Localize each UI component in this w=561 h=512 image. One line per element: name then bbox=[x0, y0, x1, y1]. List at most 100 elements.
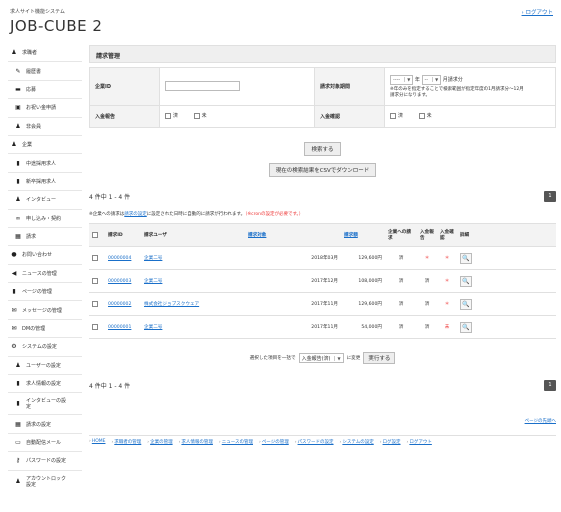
billing-id-link[interactable]: 00000001 bbox=[108, 325, 131, 330]
page-title: 請求管理 bbox=[89, 45, 556, 63]
sidebar-item-label: 新卒採用求人 bbox=[26, 178, 57, 185]
sort-amount-link[interactable]: 請求額 bbox=[344, 233, 358, 238]
col-billing-user[interactable]: 請求ユーザ bbox=[141, 223, 245, 247]
footer-link-log[interactable]: ログ設定 bbox=[383, 440, 401, 445]
detail-search-icon[interactable]: 🔍 bbox=[460, 321, 472, 333]
billing-user-link[interactable]: 企業二号 bbox=[144, 256, 162, 261]
sidebar-item-resume[interactable]: ✎ 履歴書 bbox=[8, 62, 82, 81]
sidebar-item-label: アカウントロック設定 bbox=[26, 475, 67, 488]
row-checkbox[interactable] bbox=[92, 254, 98, 261]
checkbox-label: 済 bbox=[398, 113, 404, 120]
search-button[interactable]: 検索する bbox=[304, 142, 341, 156]
sidebar-item-pages[interactable]: ▮ ページの管理 bbox=[8, 283, 82, 302]
sidebar-item-companies[interactable]: ♟ 企業 bbox=[8, 136, 82, 155]
billed-cell: 済 bbox=[385, 292, 417, 316]
sidebar-item-interview-settings[interactable]: ▮ インタビューの設定 bbox=[8, 393, 82, 416]
checkbox-box bbox=[165, 112, 171, 119]
select-all-checkbox[interactable] bbox=[92, 231, 98, 238]
payment-notify-cell: 済 bbox=[417, 292, 437, 316]
back-to-top-link[interactable]: ページの先頭へ bbox=[525, 418, 556, 424]
sidebar-item-midcareer-jobs[interactable]: ▮ 中途採用求人 bbox=[8, 154, 82, 173]
table-row: 00000004 企業二号 2018年03月 129,600円 済 ＊ ＊ 🔍 bbox=[89, 246, 556, 270]
notify-done-checkbox[interactable]: 済 bbox=[165, 112, 178, 119]
execute-button[interactable]: 実行する bbox=[363, 352, 396, 364]
detail-search-icon[interactable]: 🔍 bbox=[460, 252, 472, 264]
sidebar-item-dm[interactable]: ✉ DMの管理 bbox=[8, 320, 82, 339]
sidebar-item-account-lock[interactable]: ♟ アカウントロック設定 bbox=[8, 471, 82, 493]
footer-link-system[interactable]: システムの設定 bbox=[342, 440, 373, 445]
sidebar-item-newgrad-jobs[interactable]: ▮ 新卒採用求人 bbox=[8, 173, 82, 192]
sort-target-link[interactable]: 請求対象 bbox=[248, 233, 266, 238]
confirm-done-checkbox[interactable]: 済 bbox=[390, 112, 403, 119]
logout-link[interactable]: › ログアウト bbox=[522, 8, 553, 16]
detail-cell: 🔍 bbox=[457, 292, 556, 316]
billing-user-link[interactable]: 株式会社ジョブスクウェア bbox=[144, 302, 199, 307]
row-checkbox[interactable] bbox=[92, 323, 98, 330]
result-count: 4 件中 1 - 4 件 bbox=[89, 194, 131, 201]
sidebar-item-applications[interactable]: ▬ 応募 bbox=[8, 81, 82, 100]
sidebar-item-billing[interactable]: ▦ 請求 bbox=[8, 228, 82, 247]
briefcase-icon: ▬ bbox=[15, 85, 21, 93]
sidebar-item-job-seekers[interactable]: ♟ 求職者 bbox=[8, 44, 82, 63]
footer-link-news[interactable]: ニュースの管理 bbox=[222, 440, 253, 445]
billing-settings-link[interactable]: 請求の設定 bbox=[124, 212, 147, 217]
sidebar-item-user-settings[interactable]: ♟ ユーザーの設定 bbox=[8, 357, 82, 376]
csv-download-button[interactable]: 現在の検索結果をCSVでダウンロード bbox=[268, 163, 377, 177]
company-id-input[interactable] bbox=[165, 80, 240, 91]
page-1-button[interactable]: 1 bbox=[544, 191, 556, 202]
result-count-top: 4 件中 1 - 4 件 1 bbox=[89, 191, 556, 202]
sidebar-item-billing-settings[interactable]: ▦ 請求の設定 bbox=[8, 415, 82, 434]
sidebar-item-auto-mail[interactable]: ▭ 自動配信メール bbox=[8, 434, 82, 453]
sidebar-item-inquiries[interactable]: ● お問い合わせ bbox=[8, 246, 82, 265]
col-billing-id[interactable]: 請求ID bbox=[105, 223, 141, 247]
footer-link-companies[interactable]: 企業の管理 bbox=[150, 440, 173, 445]
sidebar-item-interviews[interactable]: ♟ インタビュー bbox=[8, 191, 82, 210]
footer-link-item: ›求人情報の管理 bbox=[178, 440, 213, 445]
billing-id-link[interactable]: 00000002 bbox=[108, 302, 131, 307]
result-count: 4 件中 1 - 4 件 bbox=[89, 383, 131, 390]
billing-id-link[interactable]: 00000003 bbox=[108, 279, 131, 284]
sidebar-item-system-settings[interactable]: ⚙ システムの設定 bbox=[8, 338, 82, 357]
select-all-header bbox=[89, 223, 105, 247]
month-select-value: -- bbox=[424, 76, 429, 83]
billing-user-link[interactable]: 企業二号 bbox=[144, 279, 162, 284]
confirm-not-checkbox[interactable]: 未 bbox=[418, 112, 432, 120]
footer-link-item: ›ページの管理 bbox=[259, 440, 289, 445]
document-icon: ▮ bbox=[16, 380, 20, 388]
period-note: ※年のみを指定することで検索範囲が指定年度の1月請求分〜12月請求分になります。 bbox=[390, 86, 524, 98]
detail-search-icon[interactable]: 🔍 bbox=[460, 275, 472, 287]
people-icon: ♟ bbox=[15, 477, 21, 485]
row-checkbox-cell bbox=[89, 292, 105, 316]
col-billing-target[interactable]: 請求対象 bbox=[245, 223, 341, 247]
billing-user-link[interactable]: 企業二号 bbox=[144, 325, 162, 330]
checkbox-label: 未 bbox=[426, 113, 432, 120]
footer-link-logout[interactable]: ログアウト bbox=[409, 440, 432, 445]
month-select[interactable]: -- ▼ bbox=[421, 74, 442, 85]
sidebar-item-messages[interactable]: ✉ メッセージの管理 bbox=[8, 301, 82, 320]
sidebar-item-password-settings[interactable]: ⚷ パスワードの設定 bbox=[8, 452, 82, 471]
billing-amount-cell: 129,600円 bbox=[341, 292, 385, 316]
page-1-button[interactable]: 1 bbox=[544, 380, 556, 391]
footer-link-pages[interactable]: ページの管理 bbox=[262, 440, 289, 445]
sidebar-item-non-members[interactable]: ♟ 非会員 bbox=[8, 118, 82, 136]
footer-link-password[interactable]: パスワードの設定 bbox=[298, 440, 334, 445]
notify-not-checkbox[interactable]: 未 bbox=[193, 112, 207, 119]
billed-cell: 済 bbox=[385, 246, 417, 270]
footer-link-job-seekers[interactable]: 求職者の管理 bbox=[114, 440, 141, 445]
bulk-status-select[interactable]: 入金報告(済) ▼ bbox=[298, 353, 344, 363]
year-select[interactable]: ---- ▼ bbox=[390, 74, 414, 85]
sidebar-item-gift-requests[interactable]: ▣ お祝い金申請 bbox=[8, 99, 82, 118]
row-checkbox[interactable] bbox=[92, 277, 98, 284]
sidebar-item-news[interactable]: ◀ ニュースの管理 bbox=[8, 265, 82, 284]
detail-search-icon[interactable]: 🔍 bbox=[460, 298, 472, 310]
sidebar-item-job-settings[interactable]: ▮ 求人情報の設定 bbox=[8, 375, 82, 394]
month-unit: 月請求分 bbox=[442, 76, 463, 83]
payment-notify-options: 済 未 bbox=[159, 105, 315, 128]
sidebar-item-contracts[interactable]: ∞ 申し込み・契約 bbox=[8, 210, 82, 228]
footer-link-jobs[interactable]: 求人情報の管理 bbox=[181, 440, 213, 445]
billing-id-link[interactable]: 00000004 bbox=[108, 256, 131, 261]
footer-link-home[interactable]: HOME bbox=[92, 439, 106, 444]
row-checkbox[interactable] bbox=[92, 300, 98, 307]
app-logo[interactable]: JOB-CUBE 2 bbox=[10, 17, 130, 35]
col-billing-amount[interactable]: 請求額 bbox=[341, 223, 385, 247]
